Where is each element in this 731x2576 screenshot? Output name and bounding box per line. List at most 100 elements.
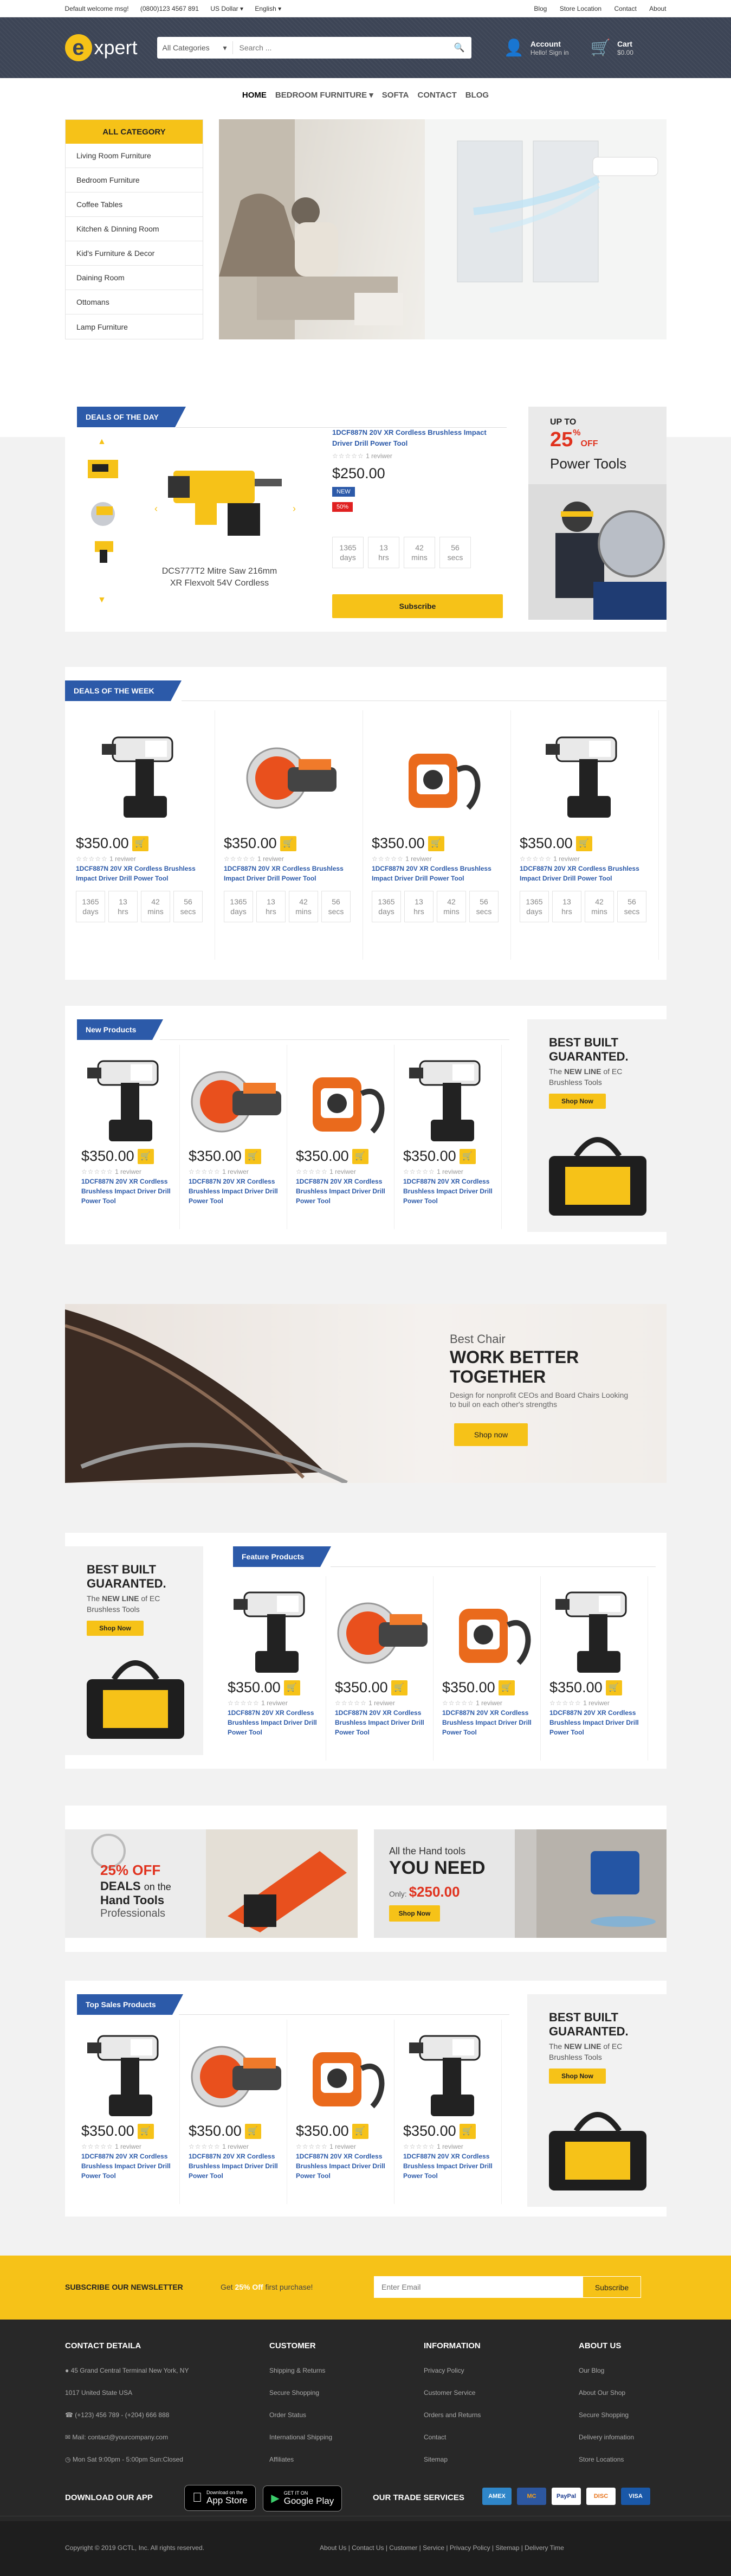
- product-image[interactable]: [222, 1576, 326, 1679]
- product-image[interactable]: [76, 2020, 179, 2123]
- product-name[interactable]: 1DCF887N 20V XR Cordless Brushless Impac…: [520, 864, 651, 883]
- product-image[interactable]: [544, 1576, 648, 1679]
- add-to-cart-button[interactable]: 🛒: [575, 836, 592, 851]
- product-name[interactable]: 1DCF887N 20V XR Cordless Brushless Impac…: [549, 1708, 641, 1737]
- currency-select[interactable]: US Dollar ▾: [210, 5, 243, 12]
- product-card[interactable]: $350.00 🛒 ☆☆☆☆☆ 1 reviwer 1DCF887N 20V XR C…: [76, 1045, 180, 1229]
- add-to-cart-button[interactable]: 🛒: [352, 1148, 368, 1164]
- thumbnail-tools[interactable]: [81, 454, 125, 563]
- shop-now-button[interactable]: Shop Now: [549, 2068, 606, 2084]
- add-to-cart-button[interactable]: 🛒: [498, 1680, 515, 1695]
- hero-banner[interactable]: [219, 119, 667, 339]
- language-select[interactable]: English ▾: [255, 5, 281, 12]
- product-card[interactable]: $350.00 🛒 ☆☆☆☆☆ 1 reviwer 1DCF887N 20V XR C…: [76, 2020, 180, 2204]
- search-input[interactable]: [232, 43, 448, 52]
- product-name[interactable]: 1DCF887N 20V XR Cordless Brushless Impac…: [296, 1177, 387, 1206]
- category-item[interactable]: Daining Room: [66, 266, 203, 290]
- footer-link[interactable]: Sitemap: [424, 2456, 565, 2478]
- toplink-blog[interactable]: Blog: [534, 5, 547, 12]
- chair-banner[interactable]: Best Chair WORK BETTER TOGETHER Design fo…: [65, 1304, 667, 1483]
- shop-now-button[interactable]: Shop Now: [389, 1905, 440, 1922]
- search-button[interactable]: 🔍: [448, 42, 471, 53]
- category-item[interactable]: Living Room Furniture: [66, 144, 203, 168]
- toplink-about[interactable]: About: [649, 5, 666, 12]
- guarantee-promo[interactable]: BEST BUILT GUARANTED. The NEW LINE of EC …: [65, 1546, 203, 1755]
- footer-link[interactable]: Secure Shopping: [269, 2389, 410, 2411]
- add-to-cart-button[interactable]: 🛒: [244, 1148, 261, 1164]
- product-card[interactable]: $350.00 🛒 ☆☆☆☆☆ 1 reviwer 1DCF887N 20V XR C…: [398, 2020, 502, 2204]
- product-card[interactable]: $350.00 🛒 ☆☆☆☆☆ 1 reviwer 1DCF887N 20V XR C…: [398, 1045, 502, 1229]
- footer-bottom-links[interactable]: About Us | Contact Us | Customer | Servi…: [320, 2544, 564, 2552]
- product-image[interactable]: [218, 710, 363, 835]
- product-image[interactable]: [398, 1045, 501, 1148]
- footer-link[interactable]: Privacy Policy: [424, 2367, 565, 2389]
- footer-link[interactable]: Delivery infomation: [579, 2433, 665, 2456]
- guarantee-promo[interactable]: BEST BUILT GUARANTED. The NEW LINE of EC …: [527, 1019, 667, 1232]
- product-card[interactable]: $350.00 🛒 ☆☆☆☆☆ 1 reviwer 1DCF887N 20V XR C…: [329, 1576, 434, 1761]
- next-arrow[interactable]: ›: [293, 503, 296, 515]
- product-card[interactable]: $350.00 🛒 ☆☆☆☆☆ 1 reviwer 1DCF887N 20V XR C…: [183, 1045, 287, 1229]
- subscribe-button[interactable]: Subscribe: [332, 594, 503, 618]
- footer-link[interactable]: Contact: [424, 2433, 565, 2456]
- category-item[interactable]: Bedroom Furniture: [66, 168, 203, 192]
- nav-bedroom-furniture[interactable]: BEDROOM FURNITURE ▾: [275, 90, 373, 100]
- power-tools-promo[interactable]: UP TO 25%OFF Power Tools: [528, 407, 667, 620]
- product-name[interactable]: 1DCF887N 20V XR Cordless Brushless Impac…: [76, 864, 208, 883]
- product-image[interactable]: [398, 2020, 501, 2123]
- product-name[interactable]: 1DCF887N 20V XR Cordless Brushless Impac…: [296, 2151, 387, 2181]
- newsletter-subscribe-button[interactable]: Subscribe: [583, 2276, 641, 2298]
- product-card[interactable]: $350.00 🛒 ☆☆☆☆☆ 1 reviwer 1DCF887N 20V XR C…: [70, 710, 215, 960]
- product-image[interactable]: [366, 710, 510, 835]
- footer-link[interactable]: Secure Shopping: [579, 2411, 665, 2433]
- product-image[interactable]: [183, 1045, 287, 1148]
- add-to-cart-button[interactable]: 🛒: [244, 2123, 261, 2139]
- category-item[interactable]: Lamp Furniture: [66, 314, 203, 339]
- footer-link[interactable]: International Shipping: [269, 2433, 410, 2456]
- add-to-cart-button[interactable]: 🛒: [280, 836, 296, 851]
- product-card[interactable]: $350.00 🛒 ☆☆☆☆☆ 1 reviwer 1DCF887N 20V XR C…: [222, 1576, 326, 1761]
- product-name[interactable]: 1DCF887N 20V XR Cordless Brushless Impac…: [442, 1708, 533, 1737]
- footer-link[interactable]: Affiliates: [269, 2456, 410, 2478]
- product-card[interactable]: $350.00 🛒 ☆☆☆☆☆ 1 reviwer 1DCF887N 20V XR C…: [366, 710, 511, 960]
- product-card[interactable]: $350.00 🛒 ☆☆☆☆☆ 1 reviwer 1DCF887N 20V XR C…: [183, 2020, 287, 2204]
- google-play-button[interactable]: ▶ GET IT ON Google Play: [263, 2485, 342, 2511]
- product-image[interactable]: [437, 1576, 540, 1679]
- account-link[interactable]: 👤 Account Hello! Sign in: [504, 38, 569, 57]
- add-to-cart-button[interactable]: 🛒: [391, 1680, 407, 1695]
- product-card[interactable]: $350.00 🛒 ☆☆☆☆☆ 1 reviwer 1DCF887N 20V XR C…: [437, 1576, 541, 1761]
- footer-link[interactable]: Shipping & Returns: [269, 2367, 410, 2389]
- product-card[interactable]: $350.00 🛒 ☆☆☆☆☆ 1 reviwer 1DCF887N 20V XR C…: [514, 710, 659, 960]
- product-name[interactable]: 1DCF887N 20V XR Cordless Brushless Impac…: [189, 1177, 280, 1206]
- cart-link[interactable]: 🛒 Cart $0.00: [591, 38, 633, 57]
- product-image[interactable]: [290, 2020, 394, 2123]
- add-to-cart-button[interactable]: 🛒: [137, 2123, 154, 2139]
- shop-now-button[interactable]: Shop now: [454, 1423, 528, 1446]
- nav-blog[interactable]: BLOG: [465, 91, 489, 100]
- footer-link[interactable]: Our Blog: [579, 2367, 665, 2389]
- search-category-select[interactable]: All Categories ▾: [157, 41, 233, 54]
- product-image[interactable]: [183, 2020, 287, 2123]
- category-item[interactable]: Kitchen & Dinning Room: [66, 217, 203, 241]
- guarantee-promo[interactable]: BEST BUILT GUARANTED. The NEW LINE of EC …: [527, 1994, 667, 2207]
- product-name[interactable]: 1DCF887N 20V XR Cordless Brushless Impac…: [403, 2151, 494, 2181]
- toplink-contact[interactable]: Contact: [614, 5, 636, 12]
- footer-link[interactable]: Customer Service: [424, 2389, 565, 2411]
- product-image[interactable]: [514, 710, 658, 835]
- product-image[interactable]: [329, 1576, 433, 1679]
- product-name[interactable]: 1DCF887N 20V XR Cordless Brushless Impac…: [372, 864, 503, 883]
- category-item[interactable]: Coffee Tables: [66, 192, 203, 217]
- product-name[interactable]: 1DCF887N 20V XR Cordless Brushless Impac…: [224, 864, 355, 883]
- thumb-down-arrow[interactable]: ▼: [98, 595, 106, 605]
- category-item[interactable]: Ottomans: [66, 290, 203, 314]
- prev-arrow[interactable]: ‹: [154, 503, 158, 515]
- logo[interactable]: e xpert: [64, 34, 157, 61]
- category-item[interactable]: Kid's Furniture & Decor: [66, 241, 203, 266]
- add-to-cart-button[interactable]: 🛒: [459, 1148, 476, 1164]
- add-to-cart-button[interactable]: 🛒: [132, 836, 148, 851]
- product-name[interactable]: 1DCF887N 20V XR Cordless Brushless Impac…: [228, 1708, 319, 1737]
- add-to-cart-button[interactable]: 🛒: [352, 2123, 368, 2139]
- thumb-up-arrow[interactable]: ▲: [98, 437, 106, 447]
- product-card[interactable]: $350.00 🛒 ☆☆☆☆☆ 1 reviwer 1DCF887N 20V XR C…: [544, 1576, 648, 1761]
- product-image[interactable]: [290, 1045, 394, 1148]
- product-image[interactable]: [76, 1045, 179, 1148]
